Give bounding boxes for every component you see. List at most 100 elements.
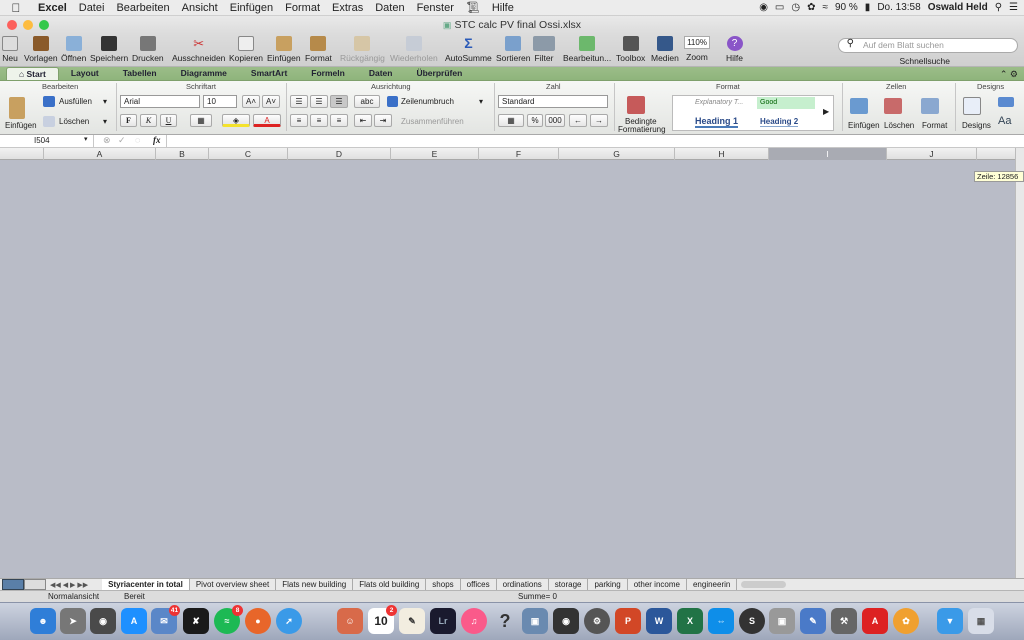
notes-icon[interactable]: ✎ bbox=[399, 608, 425, 634]
clock[interactable]: Do. 13:58 bbox=[877, 2, 920, 13]
notification-icon[interactable]: ☰ bbox=[1009, 2, 1018, 13]
conditional-label-2[interactable]: Formatierung bbox=[618, 125, 666, 134]
toolbox-button[interactable]: Toolbox bbox=[616, 36, 645, 63]
confirm-icon[interactable]: ✓ bbox=[118, 135, 126, 146]
appstore-icon[interactable]: A bbox=[121, 608, 147, 634]
style-heading-2[interactable]: Heading 2 bbox=[760, 117, 799, 127]
wifi-icon[interactable]: ≈ bbox=[823, 2, 829, 13]
preview-icon[interactable]: ▣ bbox=[522, 608, 548, 634]
tab-layout[interactable]: Layout bbox=[59, 67, 111, 80]
align-right-icon[interactable]: ≡ bbox=[330, 114, 348, 127]
minimize-icon[interactable] bbox=[23, 20, 33, 30]
format-painter-button[interactable]: Format bbox=[305, 36, 332, 63]
utility-icon[interactable]: ▣ bbox=[769, 608, 795, 634]
zoom-value[interactable]: 110% bbox=[684, 36, 710, 49]
borders-icon[interactable]: ▦ bbox=[190, 114, 212, 127]
wrap-dropdown-icon[interactable]: ▾ bbox=[479, 97, 483, 106]
menu-app[interactable]: Excel bbox=[32, 2, 73, 14]
column-header[interactable]: B bbox=[155, 148, 208, 160]
clear-dropdown-icon[interactable]: ▾ bbox=[103, 117, 107, 126]
font-size-select[interactable]: 10 bbox=[203, 95, 237, 108]
decrease-indent-icon[interactable]: ⇤ bbox=[354, 114, 372, 127]
tab-data[interactable]: Daten bbox=[357, 67, 405, 80]
decrease-decimal-icon[interactable]: → bbox=[590, 114, 608, 127]
currency-icon[interactable]: ▦ bbox=[498, 114, 524, 127]
acrobat-icon[interactable]: A bbox=[862, 608, 888, 634]
downloads-folder-icon[interactable]: ▼ bbox=[937, 608, 963, 634]
sheet-tab[interactable]: Pivot overview sheet bbox=[190, 579, 277, 590]
print-button[interactable]: Drucken bbox=[132, 36, 164, 63]
timemachine-icon[interactable]: ◷ bbox=[791, 2, 800, 13]
align-left-icon[interactable]: ≡ bbox=[290, 114, 308, 127]
thousands-button[interactable]: 000 bbox=[545, 114, 565, 127]
contacts-icon[interactable]: ☺ bbox=[337, 608, 363, 634]
page-layout-view-icon[interactable] bbox=[24, 579, 46, 590]
column-header[interactable]: J bbox=[886, 148, 976, 160]
sheet-nav-icon[interactable]: ◀◀ ◀ ▶ ▶▶ bbox=[46, 581, 92, 589]
scansnap-icon[interactable]: S bbox=[739, 608, 765, 634]
column-header[interactable]: C bbox=[208, 148, 287, 160]
percent-button[interactable]: % bbox=[527, 114, 543, 127]
pdf-editor-icon[interactable]: ✎ bbox=[800, 608, 826, 634]
close-icon[interactable] bbox=[7, 20, 17, 30]
cut-button[interactable]: ✂ Ausschneiden bbox=[172, 36, 225, 63]
photos-icon[interactable]: ✿ bbox=[893, 608, 919, 634]
redo-button[interactable]: Wiederholen bbox=[390, 36, 438, 63]
clear-button[interactable]: Löschen bbox=[59, 117, 89, 126]
sheet-tab[interactable]: engineerin bbox=[687, 579, 738, 590]
bold-button[interactable]: F bbox=[120, 114, 137, 127]
style-heading-1[interactable]: Heading 1 bbox=[695, 116, 739, 128]
search-input[interactable]: Auf dem Blatt suchen bbox=[838, 38, 1018, 53]
paste-big-icon[interactable] bbox=[9, 97, 25, 119]
theme-fonts-icon[interactable]: Aa bbox=[998, 115, 1011, 127]
autosum-button[interactable]: Σ AutoSumme bbox=[445, 36, 492, 64]
paste-label[interactable]: Einfügen bbox=[5, 121, 37, 130]
name-box-dropdown-icon[interactable]: ▾ bbox=[84, 135, 88, 143]
menu-tools[interactable]: Extras bbox=[326, 2, 369, 14]
excel-icon[interactable]: X bbox=[677, 608, 703, 634]
column-header[interactable]: H bbox=[674, 148, 768, 160]
font-color-icon[interactable]: A bbox=[253, 114, 281, 127]
powerpoint-icon[interactable]: P bbox=[615, 608, 641, 634]
fill-color-icon[interactable]: ◈ bbox=[222, 114, 250, 127]
screenshot-icon[interactable]: ◉ bbox=[553, 608, 579, 634]
fill-button[interactable]: Ausfüllen bbox=[59, 97, 92, 106]
sort-button[interactable]: Sortieren bbox=[496, 36, 531, 63]
column-header[interactable]: D bbox=[287, 148, 390, 160]
launchpad-icon[interactable]: ➤ bbox=[60, 608, 86, 634]
number-format-select[interactable]: Standard bbox=[498, 95, 608, 108]
tools-icon[interactable]: ⚒ bbox=[831, 608, 857, 634]
sheet-tab[interactable]: parking bbox=[588, 579, 628, 590]
conditional-format-icon[interactable] bbox=[627, 96, 645, 114]
evernote-icon[interactable]: ◉ bbox=[759, 2, 768, 13]
templates-button[interactable]: Vorlagen bbox=[24, 36, 58, 63]
styles-next-icon[interactable]: ▶ bbox=[823, 107, 829, 116]
normal-view-icon[interactable] bbox=[2, 579, 24, 590]
sheet-tab[interactable]: Styriacenter in total bbox=[102, 579, 190, 590]
menu-insert[interactable]: Einfügen bbox=[224, 2, 279, 14]
insert-cells-icon[interactable] bbox=[850, 98, 868, 114]
column-header[interactable]: F bbox=[478, 148, 558, 160]
function-wizard-icon[interactable]: ◌ bbox=[135, 135, 140, 145]
user-name[interactable]: Oswald Held bbox=[928, 2, 988, 13]
cancel-icon[interactable]: ⊗ bbox=[103, 135, 111, 146]
font-select[interactable]: Arial bbox=[120, 95, 200, 108]
formula-builder-button[interactable]: Bearbeitun... bbox=[563, 36, 611, 63]
script-icon[interactable]: 📜︎ bbox=[460, 1, 486, 14]
sheet-tab[interactable]: storage bbox=[549, 579, 589, 590]
tab-review[interactable]: Überprüfen bbox=[404, 67, 474, 80]
keepassx-icon[interactable]: ✘ bbox=[183, 608, 209, 634]
increase-indent-icon[interactable]: ⇥ bbox=[374, 114, 392, 127]
align-center-icon[interactable]: ≡ bbox=[310, 114, 328, 127]
zoom-window-icon[interactable] bbox=[39, 20, 49, 30]
merge-button[interactable]: Zusammenführen bbox=[401, 117, 464, 126]
bluetooth-icon[interactable]: ✿ bbox=[807, 2, 815, 13]
formula-input[interactable] bbox=[166, 135, 1024, 147]
sheet-tab[interactable]: Flats new building bbox=[276, 579, 354, 590]
undo-button[interactable]: Rückgängig bbox=[340, 36, 385, 63]
spotify-icon[interactable]: ≈8 bbox=[214, 605, 243, 634]
select-all-corner[interactable] bbox=[0, 148, 43, 160]
help-button[interactable]: ? Hilfe bbox=[726, 36, 743, 63]
safari-icon[interactable]: ➚ bbox=[276, 608, 302, 634]
worksheet-area[interactable] bbox=[0, 160, 1015, 578]
